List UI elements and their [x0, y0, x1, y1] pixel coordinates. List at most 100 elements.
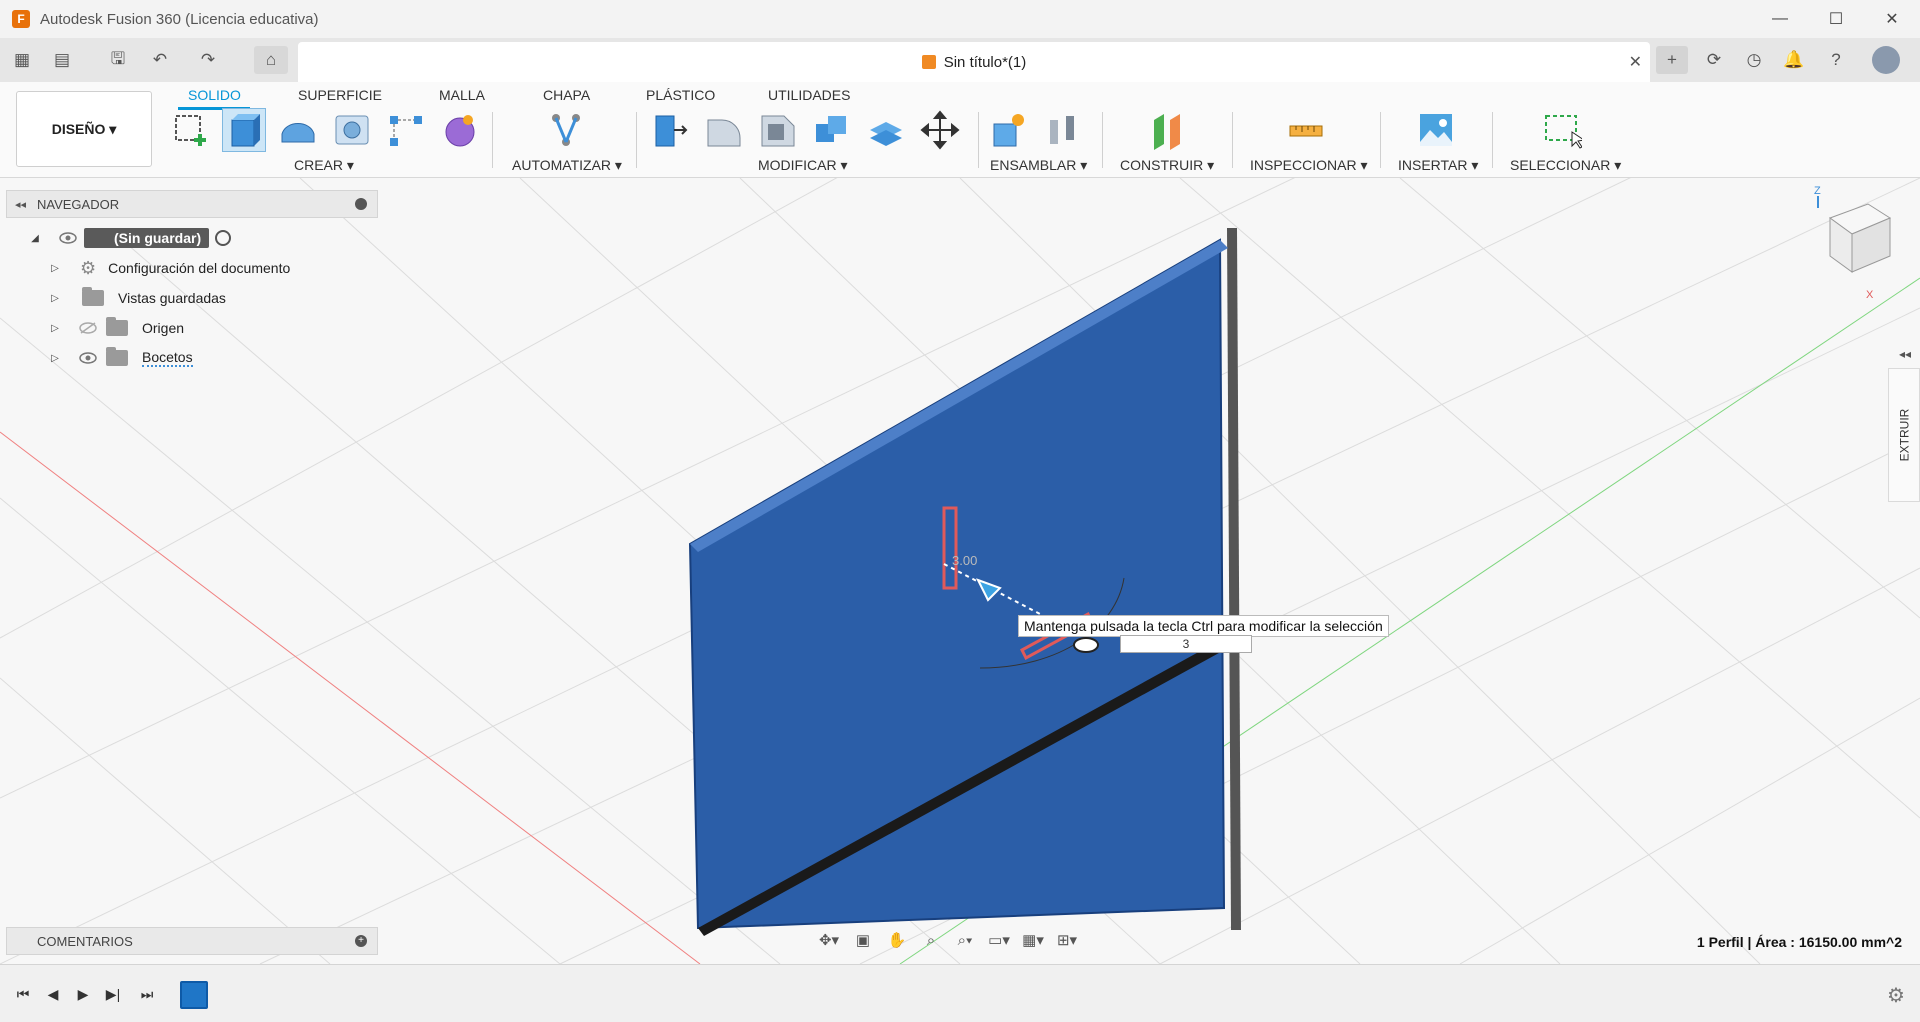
- fillet-icon[interactable]: [702, 108, 746, 152]
- tree-root-label[interactable]: (Sin guardar): [84, 228, 210, 248]
- timeline-bar: ⏮ ◀ ▶ ▶| ⏭ ⚙: [0, 964, 1920, 1022]
- viewports-icon[interactable]: ⊞▾: [1050, 926, 1084, 954]
- toolbar-ribbon: DISEÑO ▾ SOLIDO SUPERFICIE MALLA CHAPA P…: [0, 82, 1920, 178]
- selection-tooltip: Mantenga pulsada la tecla Ctrl para modi…: [1018, 615, 1389, 637]
- offset-plane-icon[interactable]: [1146, 108, 1190, 152]
- orbit-icon[interactable]: ✥▾: [812, 926, 846, 954]
- 3d-viewport[interactable]: 3.00 Z X: [0, 178, 1920, 964]
- comments-panel-header[interactable]: COMENTARIOS +: [6, 927, 378, 955]
- add-comment-icon[interactable]: +: [355, 935, 367, 947]
- offset-face-icon[interactable]: [864, 108, 908, 152]
- hole-icon[interactable]: [330, 108, 374, 152]
- tab-utilidades[interactable]: UTILIDADES: [768, 84, 850, 106]
- create-form-icon[interactable]: [438, 108, 482, 152]
- measure-icon[interactable]: [1284, 108, 1328, 152]
- expand-triangle-icon[interactable]: ▷: [48, 263, 62, 274]
- expand-triangle-icon[interactable]: ▷: [48, 353, 62, 364]
- maximize-button[interactable]: ☐: [1808, 0, 1864, 38]
- job-status-icon[interactable]: ◷: [1740, 46, 1768, 74]
- sync-icon[interactable]: ⟳: [1700, 46, 1728, 74]
- tree-item-sketches[interactable]: ▷ Bocetos: [48, 345, 193, 371]
- distance-handle[interactable]: [1073, 637, 1099, 653]
- group-insertar[interactable]: INSERTAR ▾: [1398, 157, 1478, 174]
- chamfer-icon[interactable]: [756, 108, 800, 152]
- notifications-icon[interactable]: 🔔: [1780, 46, 1808, 74]
- pan-icon[interactable]: ✋: [880, 926, 914, 954]
- zoom-icon[interactable]: ⌕: [914, 926, 948, 954]
- press-pull-icon[interactable]: [648, 108, 692, 152]
- fusion-360-window: F Autodesk Fusion 360 (Licencia educativ…: [0, 0, 1920, 1022]
- eye-visibility-icon[interactable]: [58, 228, 78, 248]
- save-icon[interactable]: 🖫: [104, 46, 132, 74]
- grid-settings-icon[interactable]: ▦▾: [1016, 926, 1050, 954]
- tab-plastico[interactable]: PLÁSTICO: [646, 84, 715, 106]
- revolve-icon[interactable]: [276, 108, 320, 152]
- help-icon[interactable]: ?: [1822, 46, 1850, 74]
- navigator-title: NAVEGADOR: [37, 196, 120, 212]
- app-grid-icon[interactable]: ▦: [8, 46, 36, 74]
- group-modificar[interactable]: MODIFICAR ▾: [758, 157, 847, 174]
- expand-triangle-icon[interactable]: ▷: [48, 323, 62, 334]
- select-window-icon[interactable]: [1540, 108, 1584, 152]
- group-crear[interactable]: CREAR ▾: [294, 157, 354, 174]
- tree-root[interactable]: ◢ (Sin guardar): [28, 225, 232, 251]
- eye-visibility-icon[interactable]: [78, 348, 98, 368]
- tab-chapa[interactable]: CHAPA: [543, 84, 590, 106]
- new-tab-icon[interactable]: +: [1656, 46, 1688, 74]
- timeline-sketch-feature[interactable]: [180, 981, 208, 1009]
- tab-solido[interactable]: SOLIDO: [188, 84, 241, 106]
- file-menu-icon[interactable]: ▤: [48, 46, 76, 74]
- display-settings-icon[interactable]: ▭▾: [982, 926, 1016, 954]
- tree-item-document-settings[interactable]: ▷ ⚙ Configuración del documento: [48, 255, 290, 281]
- close-tab-icon[interactable]: ✕: [1629, 52, 1642, 72]
- group-ensamblar[interactable]: ENSAMBLAR ▾: [990, 157, 1087, 174]
- workspace-switcher-button[interactable]: DISEÑO ▾: [16, 91, 152, 167]
- zoom-window-icon[interactable]: ⌕▾: [948, 926, 982, 954]
- move-copy-icon[interactable]: [918, 108, 962, 152]
- joint-icon[interactable]: [1040, 108, 1084, 152]
- tree-item-origin[interactable]: ▷ Origen: [48, 315, 184, 341]
- fusion-logo-icon: F: [12, 10, 30, 28]
- document-tab[interactable]: Sin título*(1) ✕: [298, 42, 1650, 82]
- timeline-settings-gear-icon[interactable]: ⚙: [1884, 983, 1908, 1007]
- extrude-panel-tab[interactable]: EXTRUIR: [1888, 368, 1920, 502]
- extrude-icon[interactable]: [222, 108, 266, 152]
- model-canvas[interactable]: 3.00 Z X: [0, 178, 1920, 964]
- create-sketch-icon[interactable]: [168, 108, 212, 152]
- go-to-end-icon[interactable]: ⏭: [136, 983, 158, 1005]
- expand-right-panel-icon[interactable]: ◂◂: [1890, 340, 1920, 368]
- step-back-icon[interactable]: ◀: [42, 983, 64, 1005]
- combine-icon[interactable]: [810, 108, 854, 152]
- minimize-button[interactable]: —: [1752, 0, 1808, 38]
- tab-malla[interactable]: MALLA: [439, 84, 485, 106]
- tab-superficie[interactable]: SUPERFICIE: [298, 84, 382, 106]
- group-inspeccionar[interactable]: INSPECCIONAR ▾: [1250, 157, 1368, 174]
- home-icon[interactable]: ⌂: [254, 46, 288, 74]
- tree-item-saved-views[interactable]: ▷ Vistas guardadas: [48, 285, 226, 311]
- insert-image-icon[interactable]: [1414, 108, 1458, 152]
- expand-triangle-icon[interactable]: ▷: [48, 293, 62, 304]
- go-to-start-icon[interactable]: ⏮: [12, 983, 34, 1005]
- redo-icon[interactable]: ↷: [194, 46, 222, 74]
- play-icon[interactable]: ▶: [72, 983, 94, 1005]
- collapse-triangle-icon[interactable]: ◢: [28, 233, 42, 244]
- look-at-icon[interactable]: ▣: [846, 926, 880, 954]
- group-construir[interactable]: CONSTRUIR ▾: [1120, 157, 1214, 174]
- view-cube[interactable]: Z X: [1814, 185, 1892, 301]
- pattern-icon[interactable]: [384, 108, 428, 152]
- minimize-panel-icon[interactable]: [355, 198, 367, 210]
- group-seleccionar[interactable]: SELECCIONAR ▾: [1510, 157, 1621, 174]
- ribbon-separator: [1492, 112, 1493, 168]
- undo-icon[interactable]: ↶: [146, 46, 174, 74]
- new-component-icon[interactable]: [986, 108, 1030, 152]
- automate-icon[interactable]: [544, 108, 588, 152]
- eye-hidden-icon[interactable]: [78, 318, 98, 338]
- close-window-button[interactable]: ✕: [1864, 0, 1920, 38]
- extrude-distance-input[interactable]: 3: [1120, 635, 1252, 653]
- collapse-panel-icon[interactable]: ◂◂: [15, 198, 26, 211]
- step-forward-icon[interactable]: ▶|: [102, 983, 124, 1005]
- browser-panel-header[interactable]: ◂◂ NAVEGADOR: [6, 190, 378, 218]
- group-automatizar[interactable]: AUTOMATIZAR ▾: [512, 157, 622, 174]
- user-avatar[interactable]: [1872, 46, 1900, 74]
- activate-radio-icon[interactable]: [215, 230, 232, 246]
